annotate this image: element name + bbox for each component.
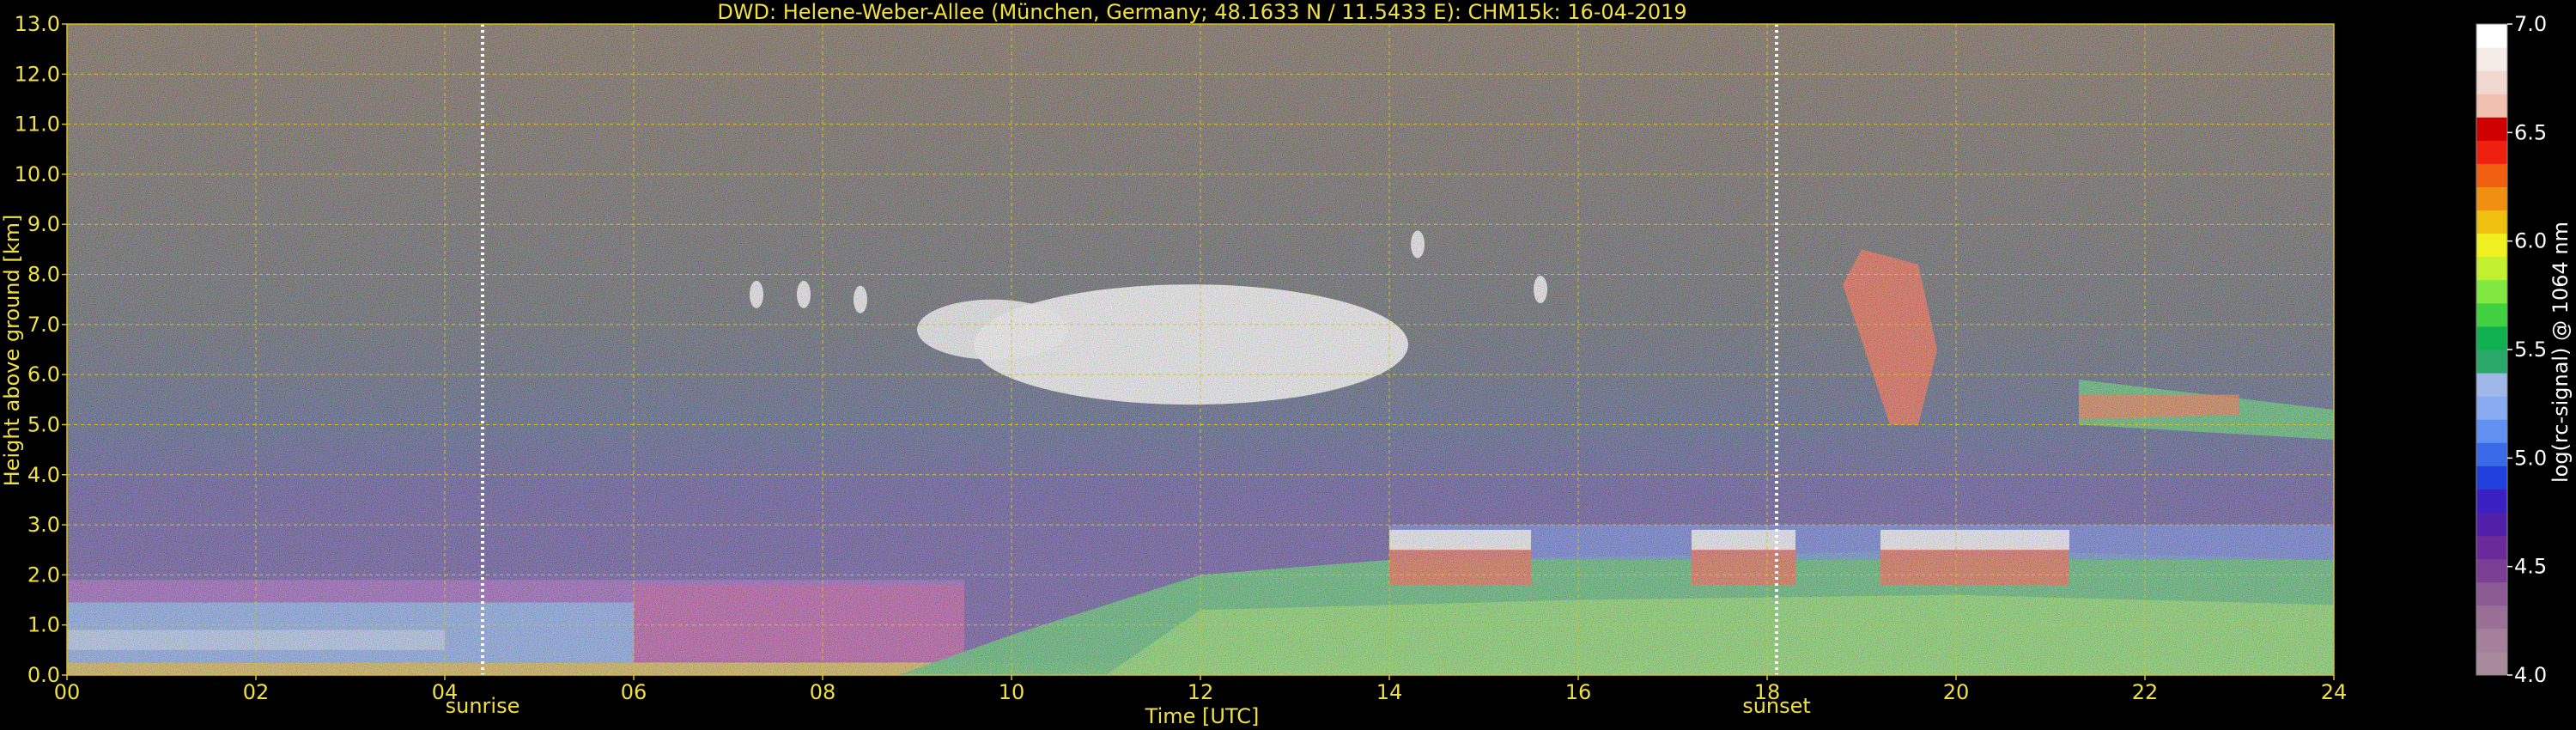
colorbar-swatch-14 xyxy=(2476,325,2507,350)
colorbar-swatch-27 xyxy=(2476,24,2507,48)
y-tick-label-5: 5.0 xyxy=(27,412,60,436)
x-tick-label-5: 10 xyxy=(999,680,1025,704)
ceilometer-chart: sunrise sunset 00 02 04 06 08 10 12 14 16 18 20 22 24… xyxy=(0,0,2573,728)
y-tick-label-7: 7.0 xyxy=(27,313,60,337)
y-tick-label-11: 11.0 xyxy=(15,113,60,137)
colorbar-swatch-0 xyxy=(2476,651,2507,676)
colorbar-swatch-20 xyxy=(2476,186,2507,211)
colorbar-swatch-12 xyxy=(2476,373,2507,397)
y-tick-label-13: 13.0 xyxy=(15,12,60,36)
x-tick-label-11: 22 xyxy=(2132,680,2159,704)
colorbar-swatch-11 xyxy=(2476,396,2507,420)
colorbar-tick-label-2: 5.0 xyxy=(2514,446,2547,470)
colorbar-swatch-4 xyxy=(2476,558,2507,583)
colorbar-swatch-18 xyxy=(2476,233,2507,258)
colorbar-swatch-15 xyxy=(2476,302,2507,327)
colorbar: 4.0 4.5 5.0 5.5 6.0 6.5 7.0 xyxy=(2476,12,2547,687)
colorbar-swatch-26 xyxy=(2476,47,2507,71)
x-tick-label-8: 16 xyxy=(1565,680,1592,704)
x-tick-label-3: 06 xyxy=(621,680,647,704)
colorbar-tick-label-6: 7.0 xyxy=(2514,12,2547,36)
y-tick-label-12: 12.0 xyxy=(15,62,60,86)
y-tick-label-1: 1.0 xyxy=(27,613,60,637)
colorbar-tick-label-0: 4.0 xyxy=(2514,663,2547,687)
colorbar-swatch-23 xyxy=(2476,117,2507,141)
colorbar-swatch-2 xyxy=(2476,605,2507,630)
y-tick-label-8: 8.0 xyxy=(27,263,60,287)
y-tick-label-4: 4.0 xyxy=(27,463,60,487)
colorbar-swatch-22 xyxy=(2476,140,2507,164)
colorbar-swatch-7 xyxy=(2476,489,2507,513)
y-axis-label: Height above ground [km] xyxy=(0,215,24,487)
chart-title: DWD: Helene-Weber-Allee (München, German… xyxy=(717,0,1686,24)
y-tick-label-10: 10.0 xyxy=(15,162,60,186)
x-tick-label-2: 04 xyxy=(432,680,459,704)
colorbar-swatch-21 xyxy=(2476,163,2507,187)
colorbar-swatch-1 xyxy=(2476,628,2507,653)
y-tick-label-3: 3.0 xyxy=(27,513,60,537)
colorbar-swatch-16 xyxy=(2476,279,2507,304)
colorbar-tick-label-4: 6.0 xyxy=(2514,229,2547,253)
colorbar-swatch-25 xyxy=(2476,70,2507,94)
colorbar-label: log(rc-signal) @ 1064 nm xyxy=(2549,222,2573,483)
colorbar-tick-label-3: 5.5 xyxy=(2514,338,2547,362)
colorbar-swatch-9 xyxy=(2476,442,2507,466)
x-axis: 00 02 04 06 08 10 12 14 16 18 20 22 24 xyxy=(54,675,2348,704)
colorbar-tick-label-5: 6.5 xyxy=(2514,120,2547,144)
colorbar-swatch-3 xyxy=(2476,581,2507,606)
x-axis-label: Time [UTC] xyxy=(1145,704,1260,728)
y-tick-label-2: 2.0 xyxy=(27,563,60,587)
x-tick-label-4: 08 xyxy=(810,680,836,704)
colorbar-swatch-19 xyxy=(2476,210,2507,234)
colorbar-swatch-5 xyxy=(2476,535,2507,560)
colorbar-tick-label-1: 4.5 xyxy=(2514,555,2547,579)
x-tick-label-1: 02 xyxy=(243,680,270,704)
x-tick-label-9: 18 xyxy=(1754,680,1781,704)
colorbar-swatch-10 xyxy=(2476,419,2507,443)
x-tick-label-12: 24 xyxy=(2321,680,2348,704)
y-tick-label-9: 9.0 xyxy=(27,212,60,236)
x-tick-label-6: 12 xyxy=(1188,680,1214,704)
colorbar-swatch-8 xyxy=(2476,465,2507,490)
y-tick-label-0: 0.0 xyxy=(27,663,60,687)
colorbar-swatch-13 xyxy=(2476,350,2507,374)
x-tick-label-10: 20 xyxy=(1943,680,1970,704)
y-tick-label-6: 6.0 xyxy=(27,362,60,386)
colorbar-swatch-24 xyxy=(2476,94,2507,118)
colorbar-swatch-17 xyxy=(2476,256,2507,281)
colorbar-swatch-6 xyxy=(2476,512,2507,537)
x-tick-label-7: 14 xyxy=(1376,680,1403,704)
